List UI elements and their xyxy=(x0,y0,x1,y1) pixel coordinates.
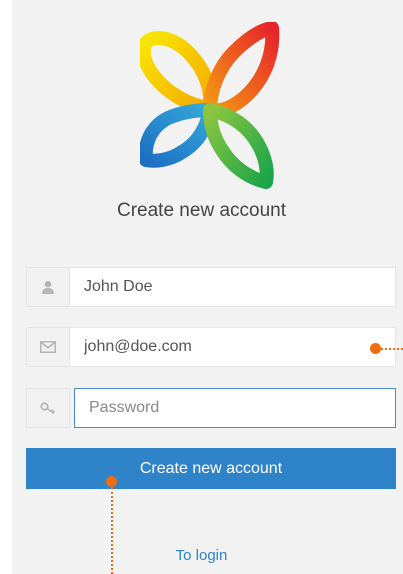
to-login-link[interactable]: To login xyxy=(0,547,403,564)
key-icon xyxy=(40,402,55,414)
page-title: Create new account xyxy=(117,200,286,221)
name-field-group xyxy=(26,267,396,307)
name-input[interactable] xyxy=(70,267,396,307)
annotation-line-email xyxy=(381,348,403,350)
envelope-icon xyxy=(40,341,56,353)
password-input[interactable] xyxy=(74,388,396,428)
email-field-addon xyxy=(26,327,70,367)
annotation-line-button xyxy=(111,487,113,574)
create-account-button[interactable]: Create new account xyxy=(26,448,396,489)
email-field-group xyxy=(26,327,396,367)
annotation-dot-email xyxy=(370,343,381,354)
annotation-dot-button xyxy=(106,476,117,487)
name-field-addon xyxy=(26,267,70,307)
user-icon xyxy=(42,281,54,294)
email-input[interactable] xyxy=(70,327,396,367)
password-field-addon xyxy=(26,388,70,428)
app-logo xyxy=(140,22,280,189)
password-field-group xyxy=(26,388,396,428)
